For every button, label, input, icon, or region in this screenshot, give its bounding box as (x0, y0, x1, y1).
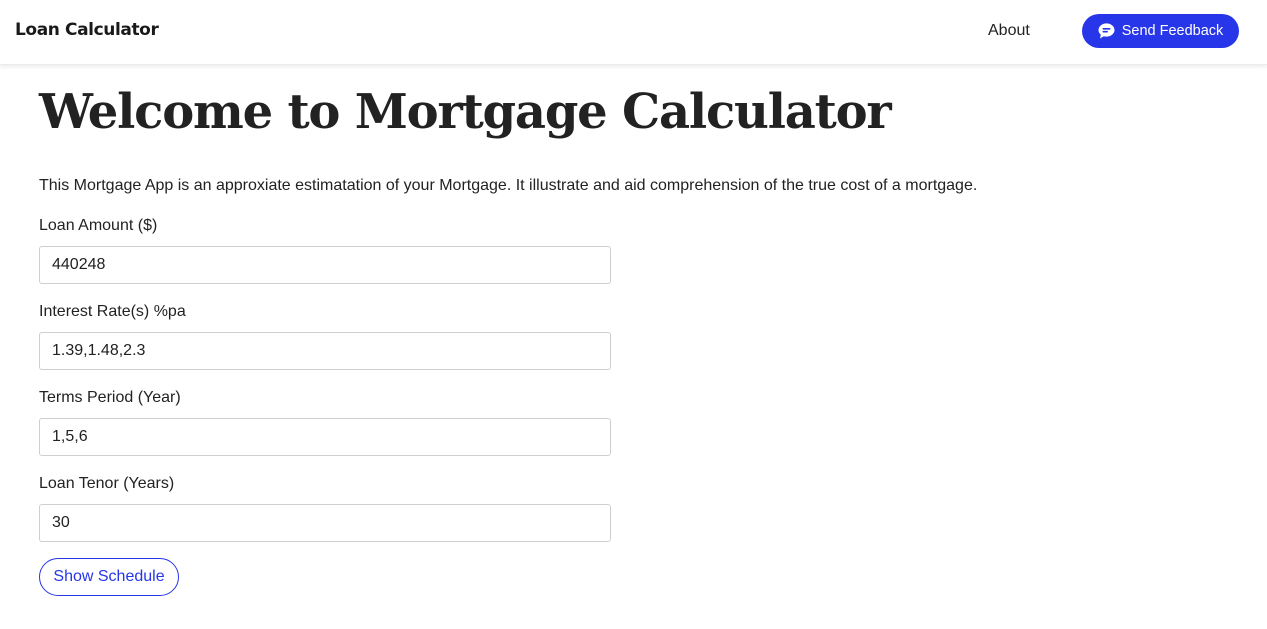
top-navbar: Loan Calculator About Send Feedback (0, 0, 1267, 65)
interest-rate-label: Interest Rate(s) %pa (39, 303, 186, 320)
loan-tenor-label: Loan Tenor (Years) (39, 475, 175, 492)
terms-period-input[interactable] (39, 418, 611, 456)
show-schedule-button[interactable]: Show Schedule (39, 558, 179, 596)
interest-rate-input[interactable] (39, 332, 611, 370)
page-title: Welcome to Mortgage Calculator (39, 84, 892, 140)
send-feedback-button[interactable]: Send Feedback (1082, 14, 1239, 48)
send-feedback-label: Send Feedback (1121, 23, 1224, 39)
loan-amount-input[interactable] (39, 246, 611, 284)
loan-amount-label: Loan Amount ($) (39, 217, 158, 234)
nav-about-link[interactable]: About (988, 22, 1030, 40)
chat-bubble-icon (1098, 23, 1115, 39)
terms-period-label: Terms Period (Year) (39, 389, 181, 406)
loan-tenor-input[interactable] (39, 504, 611, 542)
intro-text: This Mortgage App is an approxiate estim… (39, 177, 978, 194)
brand-logo-link[interactable]: Loan Calculator (15, 20, 159, 40)
